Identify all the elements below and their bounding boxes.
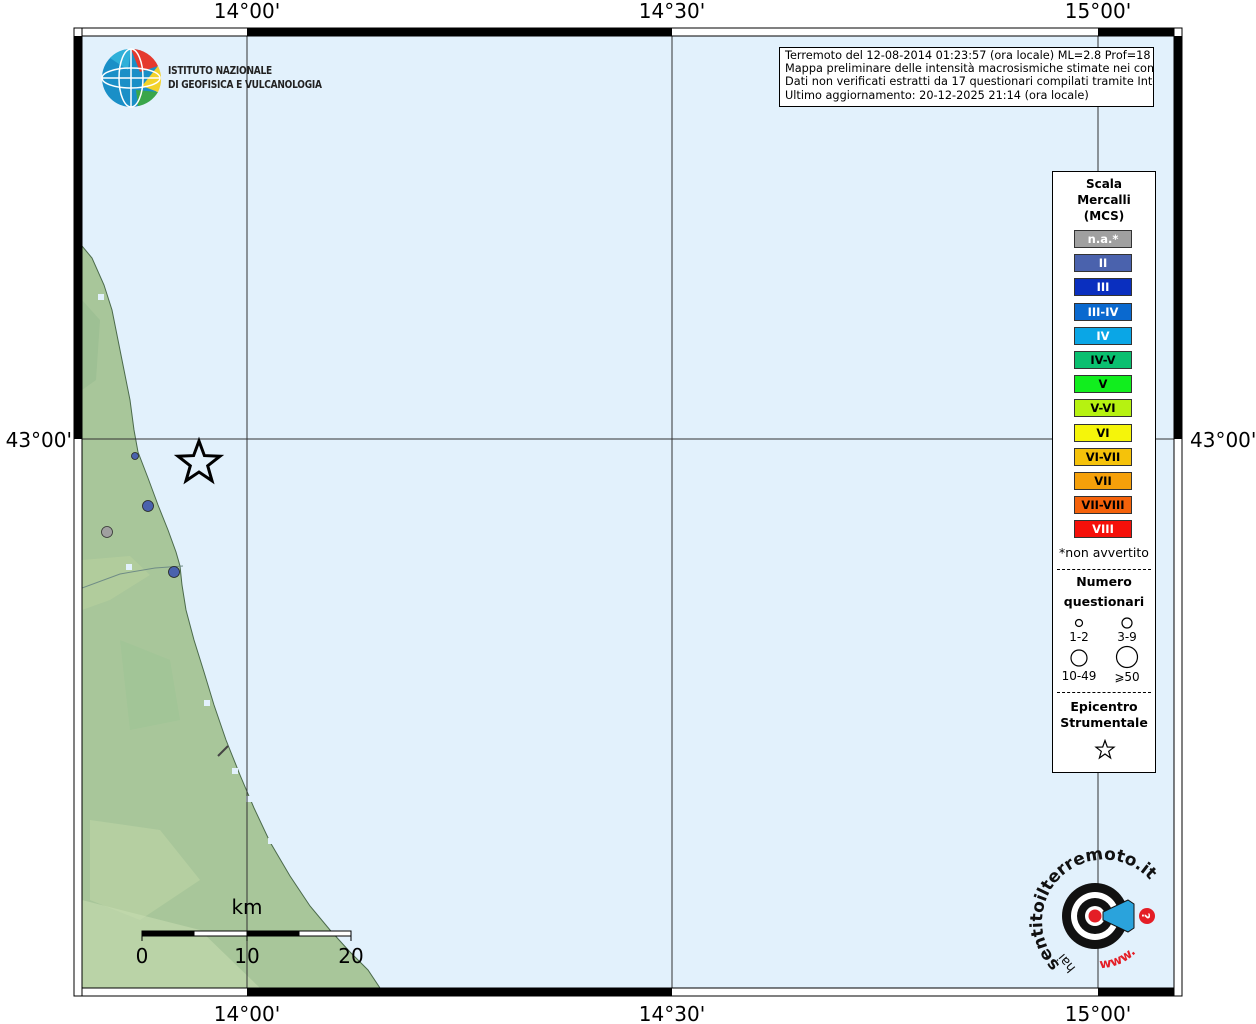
bottom-label-3: 15°00' (1065, 1002, 1131, 1024)
top-label-1: 14°00' (214, 0, 280, 23)
svg-text:?: ? (1139, 913, 1152, 919)
count-symbol-large (1070, 649, 1088, 667)
legend-note: *non avvertito (1059, 545, 1149, 560)
legend-swatch: IV-V (1074, 351, 1132, 369)
legend-separator (1057, 569, 1151, 570)
mcs-legend: Scala Mercalli (MCS) n.a.* II III III-IV IV I… (1052, 171, 1156, 773)
left-lat-label: 43°00' (6, 428, 72, 452)
legend-swatch: III-IV (1074, 302, 1132, 321)
intensity-point[interactable] (142, 500, 154, 512)
count-label-4: ⩾50 (1114, 670, 1140, 684)
scalebar-label-0: 0 (136, 944, 149, 968)
ingv-line2: DI GEOFISICA E VULCANOLOGIA (168, 78, 322, 91)
legend-swatch: VIII (1074, 520, 1132, 539)
info-line-1: Terremoto del 12-08-2014 01:23:57 (ora l… (785, 49, 1154, 62)
count-symbol-medium (1121, 617, 1133, 629)
intensity-point[interactable] (131, 452, 139, 460)
bottom-label-2: 14°30' (639, 1002, 705, 1024)
legend-swatch: VI-VII (1074, 447, 1132, 466)
bottom-label-1: 14°00' (214, 1002, 280, 1024)
ingv-logo-text: ISTITUTO NAZIONALE DI GEOFISICA E VULCAN… (168, 64, 322, 92)
count-label-2: 3-9 (1117, 630, 1137, 644)
info-line-2: Mappa preliminare delle intensità macros… (785, 62, 1154, 76)
legend-swatch: V-VI (1074, 399, 1132, 418)
ingv-globe-icon (101, 48, 162, 108)
legend-swatch: n.a.* (1074, 230, 1132, 248)
event-info-box: Terremoto del 12-08-2014 01:23:57 (ora l… (779, 47, 1154, 107)
legend-title: Scala Mercalli (MCS) (1053, 176, 1155, 224)
epi-title-1: Epicentro (1070, 699, 1138, 714)
scalebar-label-20: 20 (338, 944, 363, 968)
epi-title-2: Strumentale (1060, 715, 1148, 730)
count-symbol-small (1074, 618, 1084, 628)
legend-swatch: VI (1074, 423, 1132, 442)
intensity-point[interactable] (168, 566, 180, 578)
legend-separator-2 (1057, 692, 1151, 693)
legend-swatch: VII-VIII (1074, 496, 1132, 515)
count-symbol-xlarge (1115, 645, 1139, 669)
legend-swatch: IV (1074, 326, 1132, 345)
ingv-line1: ISTITUTO NAZIONALE (168, 64, 272, 77)
legend-swatch: II (1074, 254, 1132, 273)
count-label-3: 10-49 (1061, 669, 1097, 683)
count-title-2: questionari (1063, 594, 1145, 609)
intensity-point[interactable] (101, 526, 113, 538)
right-lat-label: 43°00' (1190, 428, 1256, 452)
legend-swatch: V (1074, 375, 1132, 394)
info-line-3: Dati non verificati estratti da 17 quest… (785, 75, 1154, 89)
count-label-1: 1-2 (1069, 630, 1089, 644)
legend-title-2: Mercalli (1077, 193, 1131, 207)
top-label-3: 15°00' (1065, 0, 1131, 23)
legend-title-1: Scala (1085, 177, 1123, 191)
scalebar-label-10: 10 (234, 944, 259, 968)
star-icon (1094, 739, 1116, 760)
legend-swatch: VII (1074, 472, 1132, 490)
count-title-1: Numero (1076, 574, 1132, 589)
legend-swatch: III (1074, 278, 1132, 297)
top-label-2: 14°30' (639, 0, 705, 23)
legend-title-3: (MCS) (1083, 209, 1125, 223)
info-line-4: Ultimo aggiornamento: 20-12-2025 21:14 (… (785, 88, 1089, 102)
scalebar-unit: km (231, 895, 262, 919)
